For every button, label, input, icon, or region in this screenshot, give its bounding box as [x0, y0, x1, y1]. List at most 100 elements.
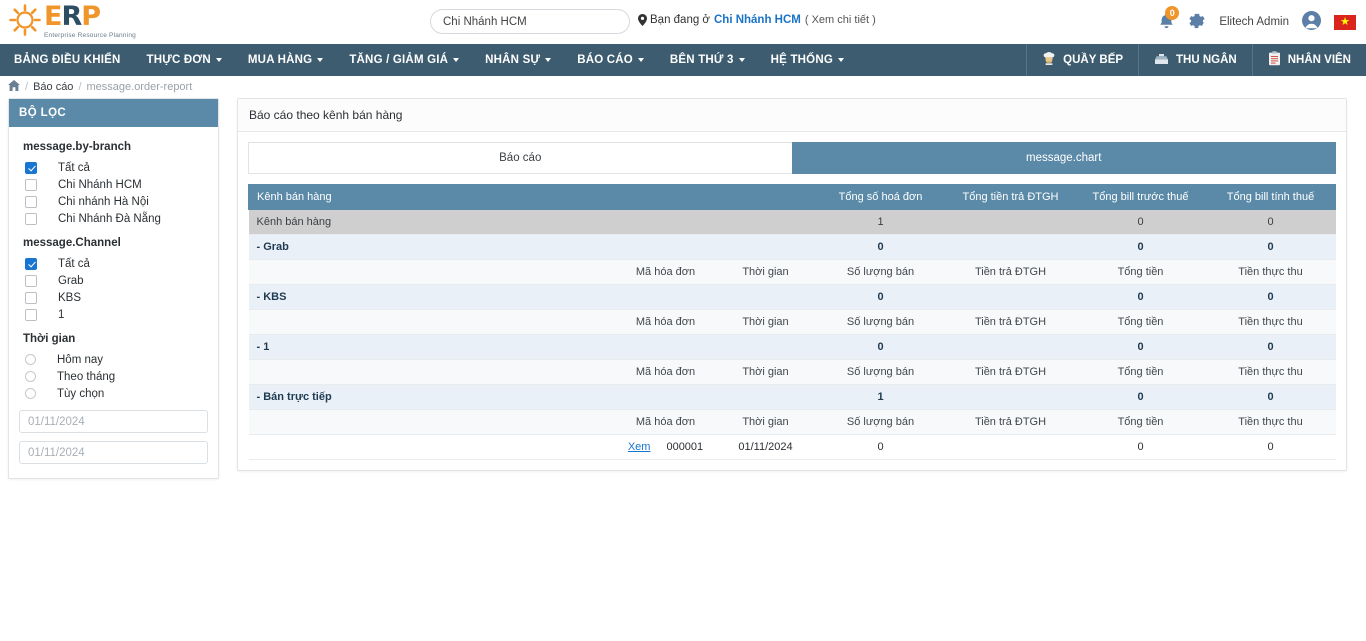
- filter-option-1-1[interactable]: Grab: [19, 272, 208, 289]
- clipboard-icon: [1268, 51, 1281, 69]
- filter-option-0-0[interactable]: Tất cả: [19, 159, 208, 176]
- filter-option-1-3[interactable]: 1: [19, 306, 208, 323]
- view-invoice-link[interactable]: Xem: [628, 441, 651, 453]
- chevron-down-icon: [837, 58, 844, 62]
- settings-button[interactable]: [1188, 12, 1206, 33]
- table-col-header-2: [615, 184, 716, 210]
- table-col-header-7: Tổng bill tính thuế: [1205, 184, 1336, 210]
- table-cell: [715, 209, 816, 235]
- nav-item-6[interactable]: BÊN THỨ 3: [657, 44, 758, 76]
- notifications-button[interactable]: 0: [1158, 5, 1180, 33]
- filter-group-title-0: message.by-branch: [23, 141, 132, 153]
- app-logo[interactable]: ERP Enterprise Resource Planning: [0, 3, 200, 40]
- table-cell: [945, 434, 1076, 460]
- nav-item-2[interactable]: MUA HÀNG: [235, 44, 336, 76]
- table-cell: Tổng tiền: [1075, 259, 1206, 285]
- table-cell: [615, 384, 716, 410]
- table-cell: [715, 384, 816, 410]
- nav-item-3[interactable]: TĂNG / GIẢM GIÁ: [336, 44, 472, 76]
- avatar[interactable]: [1302, 11, 1321, 33]
- table-cell: Số lượng bán: [815, 409, 946, 435]
- table-cell: - Bán trực tiếp: [248, 384, 516, 410]
- radio-unchecked[interactable]: [25, 388, 36, 399]
- branch-search-input[interactable]: [430, 9, 630, 34]
- filter-option-label: 1: [58, 308, 65, 321]
- table-cell: [248, 309, 516, 335]
- filter-option-0-2[interactable]: Chi nhánh Hà Nội: [19, 193, 208, 210]
- location-branch-link[interactable]: Chi Nhánh HCM: [714, 14, 801, 26]
- table-cell: Kênh bán hàng: [248, 209, 516, 235]
- table-row: - Bán trực tiếp 1 0 0: [248, 384, 1336, 410]
- table-cell: Số lượng bán: [815, 309, 946, 335]
- radio-unchecked[interactable]: [25, 371, 36, 382]
- language-flag-vietnam[interactable]: ★: [1334, 14, 1356, 30]
- logo-letter-p: P: [81, 1, 101, 33]
- notification-count-badge: 0: [1165, 5, 1180, 20]
- table-cell: Tổng tiền: [1075, 359, 1206, 385]
- nav-item-7[interactable]: HỆ THỐNG: [758, 44, 857, 76]
- nav-button-cashier[interactable]: THU NGÂN: [1138, 44, 1252, 76]
- nav-item-0[interactable]: BẢNG ĐIỀU KHIỂN: [0, 44, 134, 76]
- filter-option-label: Chi Nhánh Đà Nẵng: [58, 212, 161, 225]
- breadcrumb-item-current: message.order-report: [86, 81, 193, 93]
- nav-item-label: MUA HÀNG: [247, 54, 313, 66]
- table-cell: [515, 234, 616, 260]
- table-cell: Thời gian: [715, 309, 816, 335]
- filter-option-2-1[interactable]: Theo tháng: [19, 368, 208, 385]
- breadcrumb-item-reports[interactable]: Báo cáo: [33, 81, 73, 93]
- tab-0[interactable]: Báo cáo: [248, 142, 792, 174]
- report-tabs: Báo cáo message.chart: [248, 142, 1336, 174]
- nav-button-cashier-label: THU NGÂN: [1176, 54, 1237, 66]
- table-cell: [248, 359, 516, 385]
- breadcrumb-separator-1: /: [25, 81, 29, 93]
- checkbox-unchecked[interactable]: [25, 274, 37, 287]
- nav-item-5[interactable]: BÁO CÁO: [564, 44, 657, 76]
- nav-menu-items: BẢNG ĐIỀU KHIỂN THỰC ĐƠN MUA HÀNG TĂNG / GI…: [0, 44, 857, 76]
- filter-option-2-2[interactable]: Tùy chọn: [19, 385, 208, 402]
- filter-option-label: Tất cả: [58, 161, 90, 174]
- table-cell: 0: [1205, 334, 1336, 360]
- filter-option-1-0[interactable]: Tất cả: [19, 255, 208, 272]
- table-row: Kênh bán hàng 1 0 0: [248, 209, 1336, 235]
- table-cell: Mã hóa đơn: [615, 309, 716, 335]
- checkbox-unchecked[interactable]: [25, 178, 37, 191]
- cash-register-icon: [1154, 52, 1169, 69]
- checkbox-checked[interactable]: [25, 257, 37, 270]
- table-cell: 0: [1075, 434, 1206, 460]
- table-row: - KBS 0 0 0: [248, 284, 1336, 310]
- filter-option-2-0[interactable]: Hôm nay: [19, 351, 208, 368]
- table-cell: [248, 409, 516, 435]
- nav-item-label: THỰC ĐƠN: [146, 54, 211, 66]
- table-cell: [248, 259, 516, 285]
- table-cell: [715, 234, 816, 260]
- date-from-input[interactable]: [19, 410, 208, 433]
- checkbox-checked[interactable]: [25, 161, 37, 174]
- date-to-input[interactable]: [19, 441, 208, 464]
- table-cell: - Grab: [248, 234, 516, 260]
- table-cell: Thời gian: [715, 409, 816, 435]
- table-cell: [615, 284, 716, 310]
- nav-button-employee[interactable]: NHÂN VIÊN: [1251, 44, 1366, 76]
- checkbox-unchecked[interactable]: [25, 291, 37, 304]
- checkbox-unchecked[interactable]: [25, 195, 37, 208]
- checkbox-unchecked[interactable]: [25, 212, 37, 225]
- nav-item-1[interactable]: THỰC ĐƠN: [134, 44, 235, 76]
- filter-option-0-1[interactable]: Chi Nhánh HCM: [19, 176, 208, 193]
- table-cell: Thời gian: [715, 359, 816, 385]
- table-cell: Tiền trả ĐTGH: [945, 409, 1076, 435]
- tab-1[interactable]: message.chart: [791, 142, 1336, 174]
- radio-unchecked[interactable]: [25, 354, 36, 365]
- nav-item-4[interactable]: NHÂN SỰ: [472, 44, 564, 76]
- table-cell: [515, 334, 616, 360]
- filter-group-title-2: Thời gian: [23, 333, 76, 345]
- flag-star-icon: ★: [1340, 15, 1350, 28]
- location-detail-link[interactable]: ( Xem chi tiết ): [805, 14, 876, 26]
- table-cell: Số lượng bán: [815, 259, 946, 285]
- nav-button-kitchen[interactable]: QUẦY BẾP: [1026, 44, 1138, 76]
- home-icon[interactable]: [8, 80, 20, 94]
- table-cell: Tiền trả ĐTGH: [945, 259, 1076, 285]
- table-col-header-3: [715, 184, 816, 210]
- checkbox-unchecked[interactable]: [25, 308, 37, 321]
- filter-option-0-3[interactable]: Chi Nhánh Đà Nẵng: [19, 210, 208, 227]
- filter-option-1-2[interactable]: KBS: [19, 289, 208, 306]
